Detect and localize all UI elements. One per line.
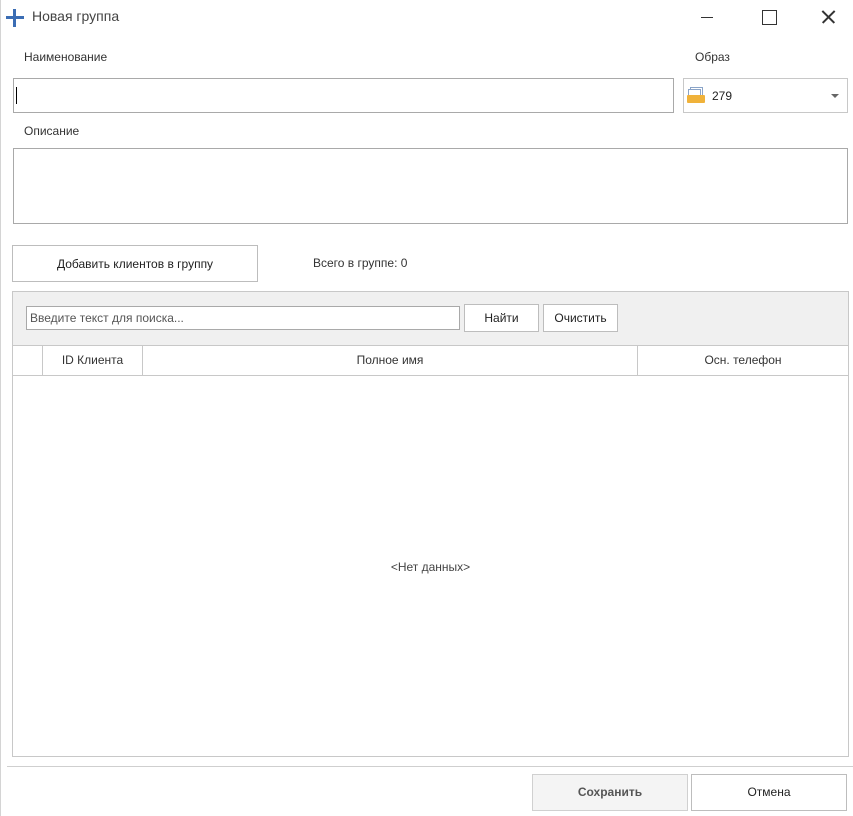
description-label: Описание xyxy=(24,124,80,138)
image-label: Образ xyxy=(695,50,730,64)
clients-panel: Введите текст для поиска... Найти Очисти… xyxy=(12,291,849,757)
chevron-down-icon[interactable] xyxy=(831,94,839,98)
minimize-button[interactable] xyxy=(684,0,730,34)
group-image-icon xyxy=(687,87,706,103)
column-full-name[interactable]: Полное имя xyxy=(143,346,638,375)
cancel-button[interactable]: Отмена xyxy=(691,774,847,811)
window-title: Новая группа xyxy=(32,8,120,24)
clear-button[interactable]: Очистить xyxy=(543,304,618,332)
column-client-id[interactable]: ID Клиента xyxy=(43,346,143,375)
name-input[interactable] xyxy=(13,78,674,113)
text-caret xyxy=(16,87,17,104)
find-button[interactable]: Найти xyxy=(464,304,539,332)
image-select[interactable]: 279 xyxy=(683,78,848,113)
new-group-dialog: Новая группа Наименование Образ 279 Опис… xyxy=(0,0,853,816)
empty-grid-message: <Нет данных> xyxy=(390,560,471,574)
search-input[interactable]: Введите текст для поиска... xyxy=(26,306,460,330)
maximize-button[interactable] xyxy=(745,0,791,34)
column-main-phone[interactable]: Осн. телефон xyxy=(638,346,848,375)
add-clients-button[interactable]: Добавить клиентов в группу xyxy=(12,245,258,282)
image-select-value: 279 xyxy=(712,89,733,103)
group-total-label: Всего в группе: 0 xyxy=(313,256,408,270)
description-input[interactable] xyxy=(13,148,848,224)
row-indicator-header[interactable] xyxy=(13,346,43,375)
title-bar[interactable]: Новая группа xyxy=(1,0,853,34)
plus-icon xyxy=(6,9,24,27)
footer-divider xyxy=(7,766,853,767)
search-bar: Введите текст для поиска... Найти Очисти… xyxy=(13,292,848,345)
save-button[interactable]: Сохранить xyxy=(532,774,688,811)
close-button[interactable] xyxy=(806,0,852,34)
grid-header: ID Клиента Полное имя Осн. телефон xyxy=(13,345,848,376)
name-label: Наименование xyxy=(24,50,108,64)
